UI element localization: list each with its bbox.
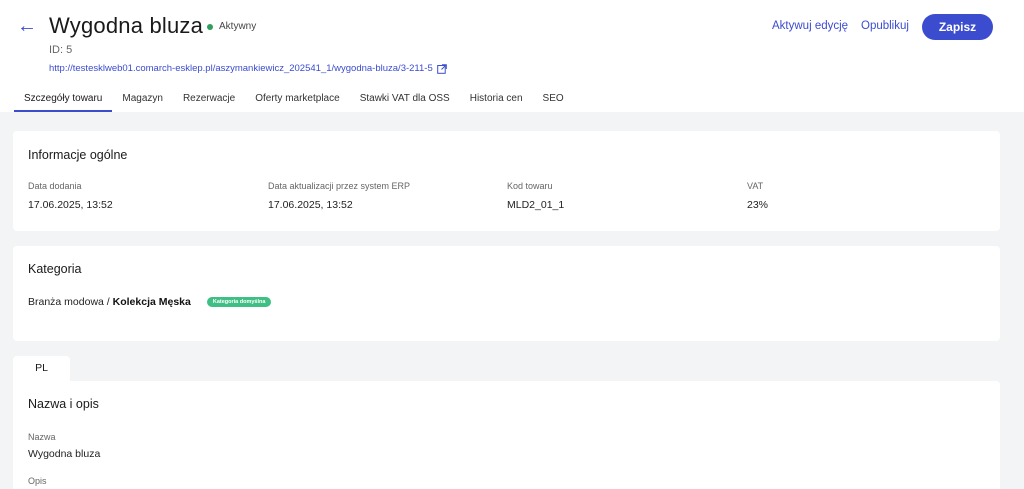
tab-reservations[interactable]: Rezerwacje	[173, 91, 245, 112]
erp-update-value: 17.06.2025, 13:52	[268, 199, 353, 211]
tab-price-history[interactable]: Historia cen	[460, 91, 533, 112]
general-info-title: Informacje ogólne	[28, 148, 128, 162]
date-added-value: 17.06.2025, 13:52	[28, 199, 113, 211]
product-url-text: http://testesklweb01.comarch-esklep.pl/a…	[49, 63, 433, 74]
category-card: Kategoria Branża modowa / Kolekcja Męska…	[13, 246, 1000, 341]
page-title: Wygodna bluza	[49, 13, 204, 38]
date-added-label: Data dodania	[28, 181, 82, 191]
product-url-link[interactable]: http://testesklweb01.comarch-esklep.pl/a…	[49, 63, 447, 74]
product-code-value: MLD2_01_1	[507, 199, 565, 211]
external-link-icon	[436, 63, 447, 74]
category-title: Kategoria	[28, 262, 82, 276]
back-arrow-icon[interactable]: ←	[17, 16, 37, 36]
category-path-prefix: Branża modowa /	[28, 296, 113, 308]
tab-marketplace-offers[interactable]: Oferty marketplace	[245, 91, 349, 112]
status-dot-icon	[207, 23, 213, 30]
activate-edit-button[interactable]: Aktywuj edycję	[772, 20, 848, 32]
name-value[interactable]: Wygodna bluza	[28, 448, 100, 460]
erp-update-label: Data aktualizacji przez system ERP	[268, 181, 411, 191]
status-indicator: Aktywny	[207, 21, 256, 32]
product-id: ID: 5	[49, 44, 73, 56]
default-category-badge: Kategoria domyślna	[206, 297, 272, 307]
general-info-card: Informacje ogólne Data dodania 17.06.202…	[13, 131, 1000, 231]
category-path-leaf[interactable]: Kolekcja Męska	[113, 296, 191, 308]
tab-seo[interactable]: SEO	[533, 91, 574, 112]
language-tab-pl[interactable]: PL	[13, 356, 70, 381]
description-label: Opis	[28, 476, 47, 486]
name-label: Nazwa	[28, 432, 56, 442]
tab-vat-oss[interactable]: Stawki VAT dla OSS	[350, 91, 460, 112]
save-button[interactable]: Zapisz	[922, 14, 993, 40]
name-description-title: Nazwa i opis	[28, 397, 99, 411]
tab-bar: Szczegóły towaru Magazyn Rezerwacje Ofer…	[14, 91, 574, 112]
vat-value: 23%	[747, 199, 769, 211]
category-path: Branża modowa / Kolekcja Męska Kategoria…	[28, 296, 272, 308]
product-code-label: Kod towaru	[507, 181, 553, 191]
status-label: Aktywny	[219, 21, 257, 32]
name-description-card: Nazwa i opis Nazwa Wygodna bluza Opis	[13, 381, 1000, 489]
tab-product-details[interactable]: Szczegóły towaru	[14, 91, 113, 112]
vat-label: VAT	[747, 181, 764, 191]
tab-warehouse[interactable]: Magazyn	[112, 91, 173, 112]
page-header: ← Wygodna bluza Aktywny ID: 5 http://tes…	[0, 0, 1024, 112]
publish-button[interactable]: Opublikuj	[861, 20, 909, 32]
